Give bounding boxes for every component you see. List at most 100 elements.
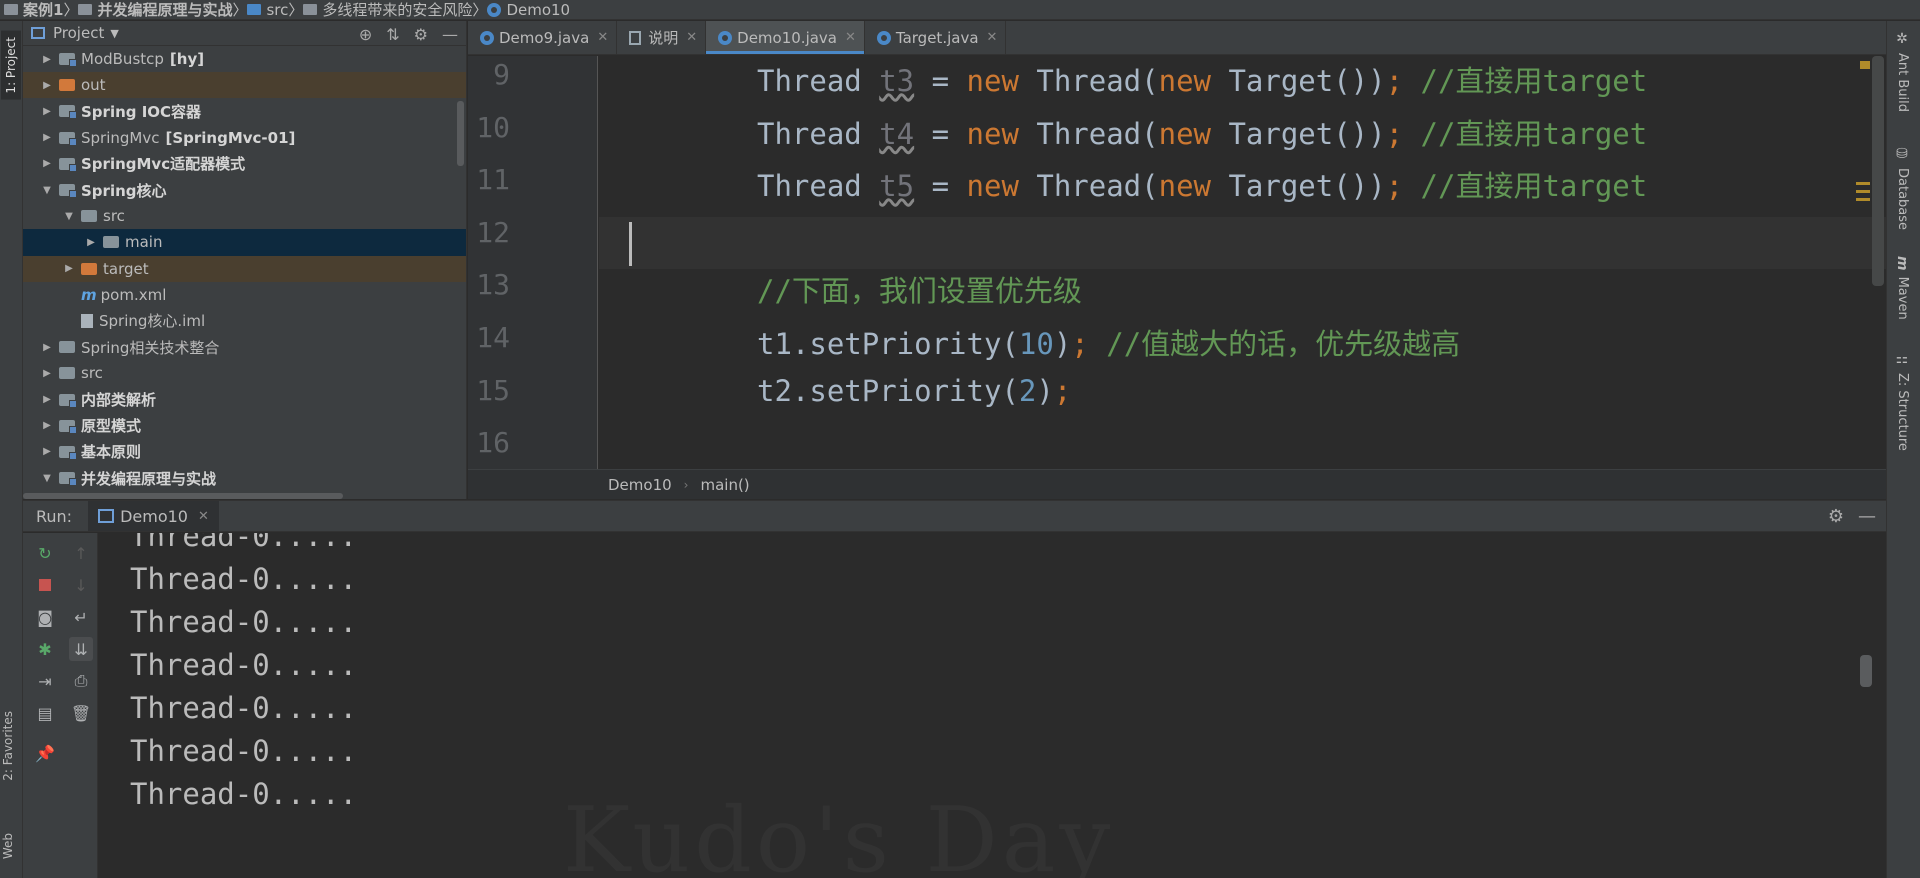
code-line[interactable]: Thread t5 = new Thread(new Target()); //… — [757, 163, 1647, 205]
tree-item[interactable]: m pom.xml — [23, 282, 466, 308]
tab-structure[interactable]: ⚏ Z: Structure — [1894, 351, 1910, 451]
camera-icon[interactable]: ◙ — [33, 605, 57, 629]
chevron-down-icon[interactable]: ▼ — [110, 27, 118, 40]
breadcrumb-class[interactable]: Demo10 — [608, 476, 672, 494]
module-folder-icon — [59, 445, 77, 460]
tree-item[interactable]: ▶ target — [23, 255, 466, 282]
collapsed-arrow-icon[interactable]: ▶ — [41, 446, 53, 457]
breadcrumb-method[interactable]: main() — [700, 476, 749, 494]
collapsed-arrow-icon[interactable]: ▶ — [41, 420, 53, 431]
gear-icon[interactable]: ⚙ — [414, 25, 428, 44]
console-scrollbar[interactable] — [1860, 655, 1872, 687]
code-token: new — [1158, 169, 1211, 204]
tab-project-toolwindow[interactable]: 1: Project — [1, 31, 21, 100]
tree-item[interactable]: ▶ src — [23, 360, 466, 386]
tree-item[interactable]: ▶ ModBustcp [hy] — [23, 46, 466, 72]
tab-ant-build[interactable]: ✲ Ant Build — [1894, 31, 1910, 112]
code-token: ) — [1053, 327, 1072, 361]
breadcrumb-item[interactable]: 并发编程原理与实战 — [78, 0, 232, 19]
breadcrumb-item[interactable]: 案例1 — [4, 0, 63, 19]
expanded-arrow-icon[interactable]: ▼ — [41, 473, 53, 484]
debug-icon[interactable]: ✱ — [33, 637, 57, 661]
minimize-icon[interactable]: — — [442, 25, 458, 44]
minimize-icon[interactable]: — — [1858, 506, 1876, 527]
collapsed-arrow-icon[interactable]: ▶ — [41, 132, 53, 143]
tab-database[interactable]: ⛁ Database — [1894, 146, 1910, 230]
close-icon[interactable]: ✕ — [686, 30, 697, 45]
soft-wrap-icon[interactable]: ↵ — [69, 605, 93, 629]
stop-button[interactable] — [33, 573, 57, 597]
code-line[interactable]: Thread t4 = new Thread(new Target()); //… — [757, 111, 1647, 153]
tab-web-toolwindow[interactable]: Web — [1, 833, 15, 859]
tree-item[interactable]: ▼ Spring核心 — [23, 177, 466, 203]
arrow-down-icon[interactable]: ↓ — [69, 573, 93, 597]
code-line[interactable]: t2.setPriority(2); — [757, 374, 1071, 408]
collapsed-arrow-icon[interactable]: ▶ — [41, 368, 53, 379]
close-icon[interactable]: ✕ — [987, 30, 998, 45]
breadcrumb-item[interactable]: src — [247, 1, 288, 19]
collapse-all-icon[interactable]: ⇅ — [386, 25, 399, 44]
arrow-up-icon[interactable]: ↑ — [69, 541, 93, 565]
chevron-right-icon: 〉 — [288, 1, 304, 19]
expanded-arrow-icon[interactable]: ▼ — [41, 185, 53, 196]
code-editor[interactable]: 9 10 11 12 13 14 15 16 Thread t3 = new Thread(n… — [468, 56, 1886, 469]
rerun-icon[interactable]: ↻ — [33, 541, 57, 565]
close-icon[interactable]: ✕ — [198, 509, 209, 524]
collapsed-arrow-icon[interactable]: ▶ — [41, 106, 53, 117]
scroll-to-end-icon[interactable]: ⇊ — [69, 637, 93, 661]
code-line[interactable]: Thread t3 = new Thread(new Target()); //… — [757, 58, 1647, 100]
collapsed-arrow-icon[interactable]: ▶ — [41, 158, 53, 169]
tree-item[interactable]: ▶ 基本原则 — [23, 439, 466, 465]
editor-vertical-scrollbar[interactable] — [1872, 56, 1884, 286]
module-folder-icon — [59, 184, 77, 199]
tree-item[interactable]: ▼ src — [23, 203, 466, 229]
close-icon[interactable]: ✕ — [845, 30, 856, 45]
collapsed-arrow-icon[interactable]: ▶ — [63, 263, 75, 274]
editor-tab[interactable]: Demo10.java ✕ — [706, 21, 865, 54]
close-icon[interactable]: ✕ — [597, 30, 608, 45]
error-stripe[interactable] — [1854, 56, 1870, 469]
editor-tab[interactable]: Demo9.java ✕ — [468, 21, 618, 54]
breadcrumb-item[interactable]: Demo10 — [487, 1, 570, 19]
tree-item[interactable]: ▶ SpringMvc适配器模式 — [23, 151, 466, 177]
collapsed-arrow-icon[interactable]: ▶ — [41, 342, 53, 353]
code-line[interactable]: //下面，我们设置优先级 — [757, 268, 1082, 310]
collapsed-arrow-icon[interactable]: ▶ — [41, 54, 53, 65]
tab-favorites-toolwindow[interactable]: 2: Favorites — [1, 711, 15, 781]
editor-tab-label: 说明 — [648, 29, 679, 47]
tab-maven[interactable]: m Maven — [1894, 256, 1910, 320]
exit-icon[interactable]: ⇥ — [33, 669, 57, 693]
locate-file-icon[interactable]: ⊕ — [359, 25, 372, 44]
code-line[interactable]: t1.setPriority(10); //值越大的话，优先级越高 — [757, 321, 1460, 363]
trash-icon[interactable]: 🗑 — [69, 701, 93, 725]
tree-item[interactable]: ▶ main — [23, 229, 466, 256]
breadcrumb-item[interactable]: 多线程带来的安全风险 — [303, 0, 472, 19]
layout-icon[interactable]: ▤ — [33, 701, 57, 725]
tree-vertical-scrollbar[interactable] — [457, 101, 464, 166]
tree-item[interactable]: ▶ 内部类解析 — [23, 386, 466, 412]
project-panel-title[interactable]: Project — [53, 24, 104, 42]
tree-horizontal-scrollbar[interactable] — [23, 493, 343, 499]
tree-item[interactable]: ▶ 原型模式 — [23, 413, 466, 439]
warning-marker[interactable] — [1856, 190, 1870, 193]
gear-icon[interactable]: ⚙ — [1828, 506, 1844, 527]
run-tab-demo10[interactable]: Demo10 ✕ — [88, 501, 219, 531]
print-icon[interactable]: ⎙ — [69, 669, 93, 693]
tree-item[interactable]: ▶ Spring相关技术整合 — [23, 334, 466, 360]
expanded-arrow-icon[interactable]: ▼ — [63, 211, 75, 222]
editor-tab[interactable]: 说明 ✕ — [617, 21, 707, 54]
warning-marker[interactable] — [1856, 198, 1870, 201]
collapsed-arrow-icon[interactable]: ▶ — [85, 237, 97, 248]
collapsed-arrow-icon[interactable]: ▶ — [41, 80, 53, 91]
tree-item[interactable]: ▶ SpringMvc [SpringMvc-01] — [23, 125, 466, 151]
console-output[interactable]: Kudo's Day Thread-0..... Thread-0..... Thr… — [98, 533, 1886, 878]
tree-item[interactable]: Spring核心.iml — [23, 308, 466, 334]
tree-item[interactable]: ▶ Spring IOC容器 — [23, 98, 466, 124]
collapsed-arrow-icon[interactable]: ▶ — [41, 394, 53, 405]
pin-icon[interactable]: 📌 — [33, 741, 57, 765]
tree-item[interactable]: ▶ out — [23, 72, 466, 99]
warning-marker-icon[interactable] — [1860, 61, 1870, 69]
editor-tab[interactable]: Target.java ✕ — [865, 21, 1007, 54]
tree-item[interactable]: ▼ 并发编程原理与实战 — [23, 465, 466, 491]
warning-marker[interactable] — [1856, 182, 1870, 185]
